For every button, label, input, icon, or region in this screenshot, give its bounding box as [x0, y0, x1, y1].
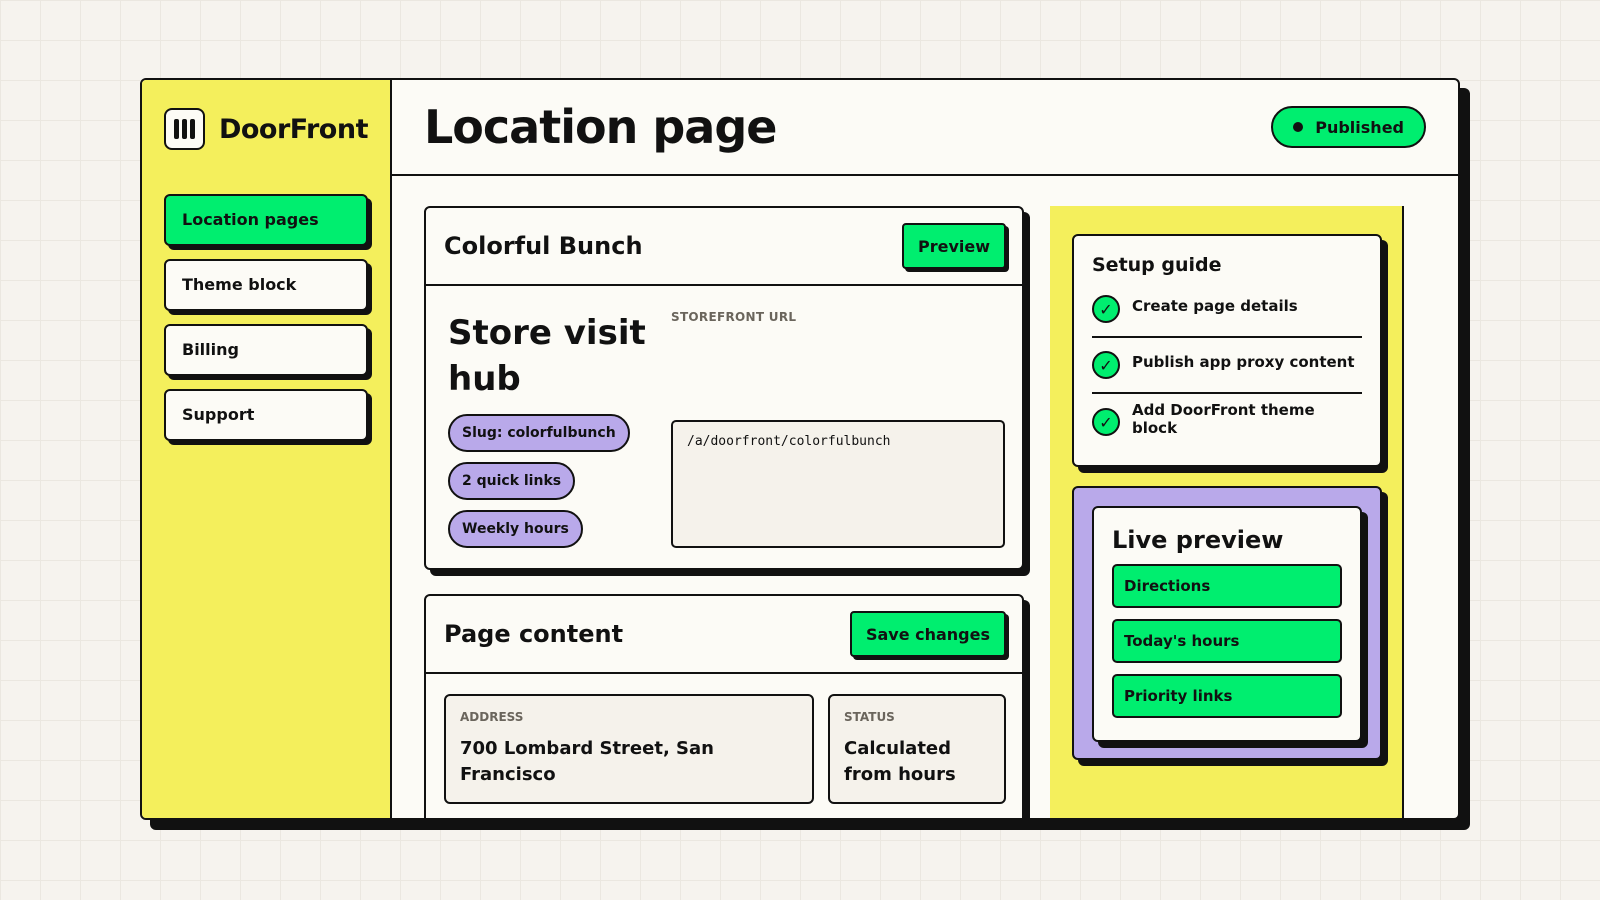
hub-title: Store visit hub [448, 313, 646, 399]
preview-button[interactable]: Preview [901, 223, 1006, 269]
sidebar-nav: Location pages Theme block Billing Suppo… [164, 194, 368, 441]
check-icon: ✓ [1092, 408, 1120, 436]
guide-step-label: Add DoorFront theme block [1132, 401, 1315, 437]
address-label: ADDRESS [460, 710, 524, 724]
tag-quick-links: 2 quick links [448, 462, 576, 500]
page-title: Location page [424, 100, 777, 154]
guide-step: ✓ Publish app proxy content [1092, 338, 1362, 394]
topbar: Location page Published [392, 80, 1458, 176]
app-window: DoorFront Location pages Theme block Bil… [140, 78, 1460, 820]
status-box[interactable]: STATUS Calculated from hours [828, 694, 1006, 804]
check-icon: ✓ [1092, 295, 1120, 323]
status-value: Calculated from hours [844, 738, 956, 785]
sidebar: DoorFront Location pages Theme block Bil… [142, 80, 392, 818]
guide-step-label: Publish app proxy content [1132, 353, 1355, 371]
tag-weekly-hours: Weekly hours [448, 510, 583, 548]
sidebar-item-billing[interactable]: Billing [164, 324, 368, 376]
guide-step: ✓ Create page details [1092, 282, 1362, 338]
sidebar-item-location-pages[interactable]: Location pages [164, 194, 368, 246]
status-dot-icon [1293, 122, 1304, 132]
brand: DoorFront [164, 108, 369, 150]
brand-name: DoorFront [218, 113, 369, 145]
status-label: STATUS [844, 710, 895, 724]
live-preview-frame: Live preview Directions Today's hours Pr… [1072, 486, 1382, 760]
guide-step: ✓ Add DoorFront theme block [1092, 394, 1362, 450]
page-content-card: Page content Save changes ADDRESS 700 Lo… [424, 594, 1024, 818]
status-badge: Published [1271, 106, 1426, 148]
page-content-header: Page content Save changes [426, 596, 1022, 674]
directions-button[interactable]: Directions [1112, 564, 1342, 608]
bars-logo-icon [164, 108, 205, 150]
storefront-url-label: STOREFRONT URL [671, 310, 797, 324]
status-badge-label: Published [1315, 117, 1404, 137]
sidebar-item-support[interactable]: Support [164, 389, 368, 441]
address-box[interactable]: ADDRESS 700 Lombard Street, San Francisc… [444, 694, 814, 804]
setup-guide-card: Setup guide ✓ Create page details ✓ Publ… [1072, 234, 1382, 467]
sidebar-item-theme-block[interactable]: Theme block [164, 259, 368, 311]
check-icon: ✓ [1092, 351, 1120, 379]
content-area: Colorful Bunch Preview Store visit hub S… [392, 176, 1458, 818]
setup-guide-title: Setup guide [1092, 254, 1222, 276]
right-panel: Setup guide ✓ Create page details ✓ Publ… [1050, 206, 1404, 818]
store-card: Colorful Bunch Preview Store visit hub S… [424, 206, 1024, 570]
live-preview-title: Live preview [1112, 526, 1284, 554]
priority-links-button[interactable]: Priority links [1112, 674, 1342, 718]
live-preview-card: Live preview Directions Today's hours Pr… [1092, 506, 1362, 742]
main-area: Location page Published Colorful Bunch P… [392, 80, 1458, 818]
storefront-url-field[interactable]: /a/doorfront/colorfulbunch [671, 420, 1005, 548]
store-card-header: Colorful Bunch Preview [426, 208, 1022, 286]
todays-hours-button[interactable]: Today's hours [1112, 619, 1342, 663]
address-value: 700 Lombard Street, San Francisco [460, 738, 714, 785]
store-name: Colorful Bunch [444, 232, 643, 260]
save-changes-button[interactable]: Save changes [849, 611, 1006, 657]
guide-step-label: Create page details [1132, 297, 1298, 315]
page-content-title: Page content [444, 620, 624, 648]
tag-slug: Slug: colorfulbunch [448, 414, 630, 452]
